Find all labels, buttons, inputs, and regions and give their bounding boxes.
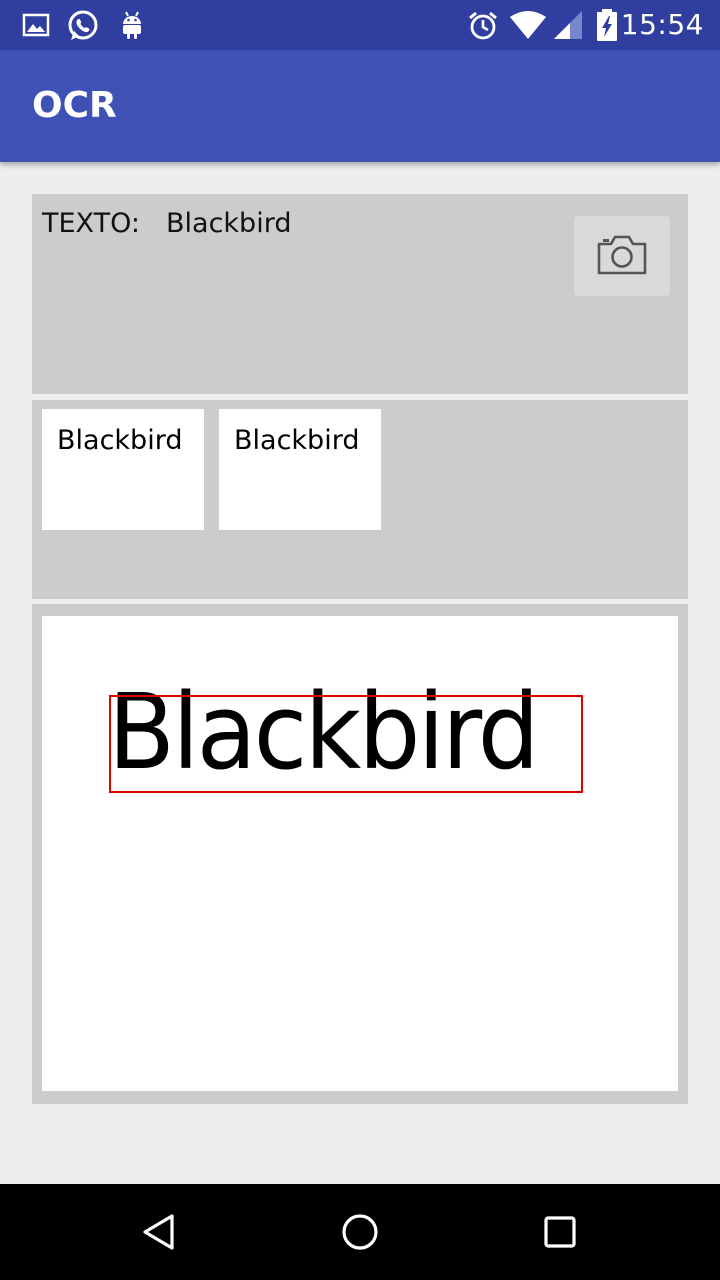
image-preview-panel: Blackbird [32,604,688,1104]
status-time: 15:54 [620,8,704,41]
camera-button[interactable] [574,216,670,296]
status-bar: 15:54 [0,0,720,50]
thumbnail[interactable]: Blackbird [42,409,204,530]
battery-charging-icon [594,9,620,41]
result-value: Blackbird [166,208,292,239]
app-title: OCR [32,85,117,126]
signal-icon [552,9,584,41]
alarm-icon [466,9,498,41]
wifi-icon [508,9,548,41]
recent-apps-icon[interactable] [540,1212,580,1252]
back-icon[interactable] [140,1212,180,1252]
home-icon[interactable] [340,1212,380,1252]
android-icon [116,9,148,41]
app-bar: OCR [0,50,720,162]
navigation-bar [0,1184,720,1280]
captured-image: Blackbird [42,616,678,1091]
camera-icon [597,235,647,275]
result-label: TEXTO: [42,208,140,239]
whatsapp-icon [66,9,98,41]
thumbnail-text: Blackbird [234,425,360,456]
thumbnail-text: Blackbird [57,425,183,456]
thumbnail[interactable]: Blackbird [219,409,381,530]
gallery-icon [20,9,52,41]
detection-box [109,695,583,793]
result-panel: TEXTO: Blackbird [32,194,688,394]
thumbnails-panel: Blackbird Blackbird [32,400,688,599]
